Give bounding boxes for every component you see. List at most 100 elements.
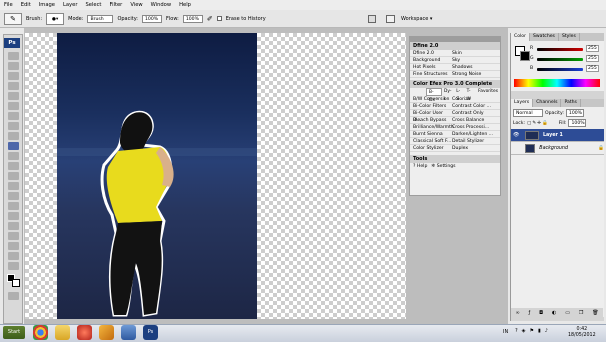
- bg-color-chip[interactable]: [520, 51, 530, 61]
- eyedropper-tool-icon[interactable]: [8, 242, 19, 250]
- dfine-item[interactable]: Shadows: [452, 64, 473, 70]
- blend-mode-select[interactable]: Normal: [513, 109, 543, 117]
- lock-icons[interactable]: ▢✎✛🔒: [527, 121, 549, 126]
- tab-color[interactable]: Color: [511, 33, 530, 41]
- layer-opacity-input[interactable]: 100%: [565, 109, 584, 117]
- efex-item[interactable]: Darken/Lighten ...: [452, 131, 493, 137]
- color-spectrum-bar[interactable]: [514, 79, 600, 87]
- channel-g-value[interactable]: 255: [586, 55, 599, 62]
- tool-preset-picker[interactable]: ✎: [4, 12, 22, 25]
- visibility-eye-icon[interactable]: 👁: [513, 132, 519, 138]
- tab-paths[interactable]: Paths: [561, 99, 581, 107]
- photoshop-taskbar-icon[interactable]: Ps: [143, 325, 158, 340]
- new-group-icon[interactable]: ▭: [565, 310, 570, 316]
- efex-item[interactable]: Detail Stylizer: [452, 138, 484, 144]
- app-icon[interactable]: [99, 325, 114, 340]
- airbrush-icon[interactable]: ✐: [207, 15, 213, 23]
- lasso-tool-icon[interactable]: [8, 72, 19, 80]
- dodge-tool-icon[interactable]: [8, 182, 19, 190]
- history-brush-tool-icon[interactable]: [8, 142, 19, 150]
- hand-tool-icon[interactable]: [8, 252, 19, 260]
- efex-item[interactable]: Burnt Sienna: [410, 131, 452, 137]
- network-tray-icon[interactable]: ◈: [522, 328, 526, 336]
- efex-item[interactable]: Bleach Bypass: [410, 117, 452, 123]
- link-layers-icon[interactable]: ∞: [515, 310, 519, 316]
- chrome-icon[interactable]: [33, 325, 48, 340]
- tab-l-s[interactable]: L-S: [454, 88, 464, 102]
- adjustment-layer-icon[interactable]: ◐: [552, 310, 556, 316]
- menu-help[interactable]: Help: [179, 2, 191, 8]
- tab-dy-i[interactable]: Dy-I: [442, 88, 454, 102]
- efex-item[interactable]: Brilliance/Warmth: [410, 124, 454, 130]
- pen-tool-icon[interactable]: [8, 192, 19, 200]
- efex-item[interactable]: Cross Processi...: [452, 124, 489, 130]
- brush-tool-icon[interactable]: [8, 122, 19, 130]
- slice-tool-icon[interactable]: [8, 102, 19, 110]
- layer-style-icon[interactable]: ƒ: [528, 310, 530, 316]
- menu-view[interactable]: View: [130, 2, 142, 8]
- help-link[interactable]: ? Help: [413, 163, 427, 170]
- menu-edit[interactable]: Edit: [21, 2, 31, 8]
- dfine-item[interactable]: Background: [410, 57, 452, 63]
- move-tool-icon[interactable]: [8, 52, 19, 60]
- volume-tray-icon[interactable]: ♪: [545, 328, 548, 336]
- brush-picker[interactable]: ●▾: [46, 12, 65, 25]
- eraser-tool-icon[interactable]: [8, 152, 19, 160]
- path-selection-tool-icon[interactable]: [8, 212, 19, 220]
- magic-wand-tool-icon[interactable]: [8, 82, 19, 90]
- channel-r-value[interactable]: 255: [586, 45, 599, 52]
- efex-item[interactable]: Classical Soft F...: [410, 138, 452, 144]
- new-layer-icon[interactable]: ❐: [579, 310, 583, 316]
- background-color-swatch[interactable]: [12, 279, 20, 287]
- menu-layer[interactable]: Layer: [63, 2, 77, 8]
- channel-g-slider[interactable]: [537, 58, 583, 61]
- workspace-menu[interactable]: Workspace ▾: [401, 16, 432, 22]
- channel-b-value[interactable]: 255: [586, 65, 599, 72]
- help-tray-icon[interactable]: ?: [515, 328, 518, 336]
- efex-item[interactable]: Colorize: [452, 96, 471, 102]
- flag-tray-icon[interactable]: ⚑: [530, 328, 534, 336]
- dfine-item[interactable]: Hot Pixels: [410, 64, 452, 70]
- type-tool-icon[interactable]: [8, 202, 19, 210]
- healing-tool-icon[interactable]: [8, 112, 19, 120]
- start-button[interactable]: Start: [3, 326, 25, 339]
- layer-mask-icon[interactable]: ◘: [539, 310, 543, 316]
- layer-row[interactable]: Background 🔒: [511, 142, 604, 155]
- tab-swatches[interactable]: Swatches: [530, 33, 559, 41]
- menu-file[interactable]: File: [4, 2, 13, 8]
- notes-tool-icon[interactable]: [8, 232, 19, 240]
- brushes-palette-icon[interactable]: [368, 14, 376, 23]
- dfine-section-title[interactable]: Dfine 2.0: [410, 42, 500, 50]
- mode-select[interactable]: Brush: [87, 14, 114, 23]
- media-player-icon[interactable]: [77, 325, 92, 340]
- dfine-item[interactable]: Dfine 2.0: [410, 50, 452, 56]
- menu-image[interactable]: Image: [39, 2, 55, 8]
- battery-tray-icon[interactable]: ▮: [538, 328, 541, 336]
- tab-styles[interactable]: Styles: [559, 33, 580, 41]
- opacity-input[interactable]: 100%: [142, 14, 162, 23]
- tab-favorites[interactable]: Favorites: [476, 88, 500, 96]
- blur-tool-icon[interactable]: [8, 172, 19, 180]
- tab-t-w[interactable]: T-W: [465, 88, 477, 102]
- color-efex-section-title[interactable]: Color Efex Pro 3.0 Complete: [410, 80, 500, 88]
- flow-input[interactable]: 100%: [182, 14, 203, 23]
- shape-tool-icon[interactable]: [8, 222, 19, 230]
- menu-filter[interactable]: Filter: [109, 2, 122, 8]
- dfine-item[interactable]: Strong Noise: [452, 71, 481, 77]
- efex-item[interactable]: Duplex: [452, 145, 468, 151]
- efex-item[interactable]: Bi-Color User D...: [410, 110, 452, 123]
- dfine-item[interactable]: Skin: [452, 50, 462, 56]
- settings-link[interactable]: ✲ Settings: [431, 163, 455, 170]
- tools-section-title[interactable]: Tools: [410, 155, 500, 163]
- tab-b-dx[interactable]: B-Dx: [426, 88, 442, 103]
- layer-name[interactable]: Background: [539, 146, 568, 151]
- efex-item[interactable]: Cross Balance: [452, 117, 484, 123]
- system-clock[interactable]: 0:42 18/05/2012: [568, 327, 596, 339]
- channel-r-slider[interactable]: [537, 48, 583, 51]
- fill-input[interactable]: 100%: [568, 119, 587, 127]
- gradient-tool-icon[interactable]: [8, 162, 19, 170]
- dfine-item[interactable]: Fine Structures: [410, 71, 452, 77]
- delete-layer-icon[interactable]: 🗑: [592, 310, 598, 316]
- tab-layers[interactable]: Layers: [511, 99, 534, 107]
- language-indicator[interactable]: IN: [503, 329, 508, 335]
